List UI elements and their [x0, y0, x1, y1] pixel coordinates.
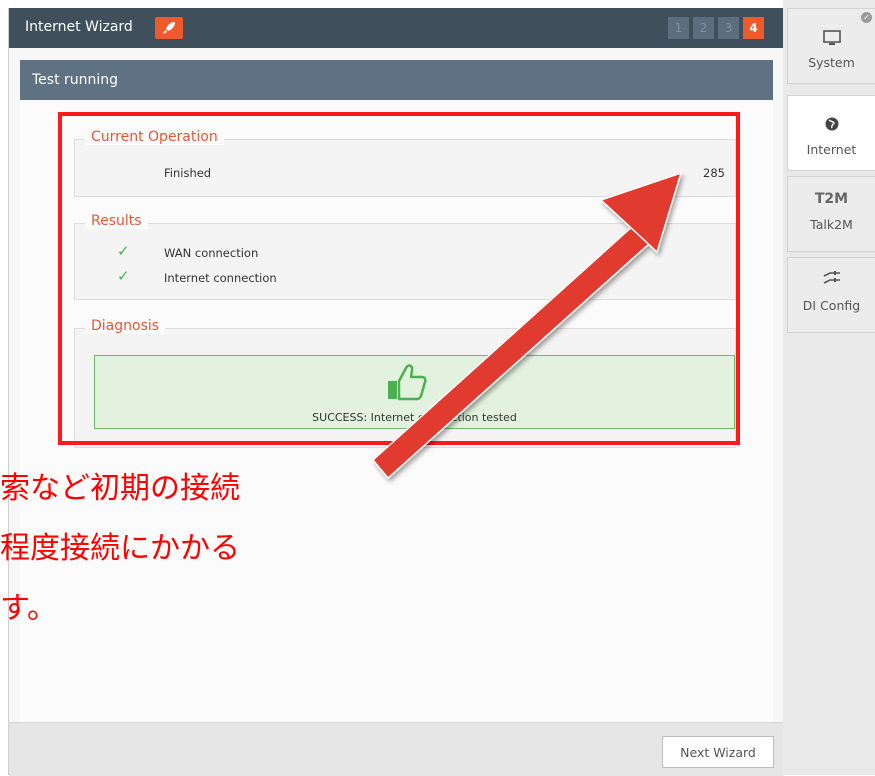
globe-icon: [788, 116, 875, 136]
annotation-highlight-box: [58, 112, 740, 445]
tab-talk2m[interactable]: T2M Talk2M: [787, 176, 875, 252]
tab-internet[interactable]: Internet: [787, 95, 875, 171]
wizard-footer: Next Wizard: [9, 722, 784, 776]
wizard-topbar: Internet Wizard 1 2 3 4: [9, 8, 784, 48]
tab-label-talk2m: Talk2M: [810, 217, 853, 232]
tab-label-internet: Internet: [806, 142, 857, 157]
tab-system[interactable]: ✓ System: [787, 8, 875, 84]
tab-label-system: System: [808, 55, 855, 70]
wizard-steps: 1 2 3 4: [668, 17, 764, 39]
check-badge-icon: ✓: [861, 12, 872, 23]
step-3[interactable]: 3: [718, 17, 739, 39]
next-wizard-button[interactable]: Next Wizard: [662, 736, 774, 768]
step-2[interactable]: 2: [693, 17, 714, 39]
tab-di-config[interactable]: DI Config: [787, 257, 875, 333]
annotation-text-line-1: 索など初期の接続: [0, 471, 240, 506]
rocket-icon: [155, 17, 183, 39]
step-1[interactable]: 1: [668, 17, 689, 39]
monitor-icon: [788, 29, 875, 49]
sliders-icon: [788, 268, 875, 288]
tab-label-di-config: DI Config: [802, 298, 861, 313]
t2m-logo-icon: T2M: [814, 191, 849, 207]
sidebar: ✓ System Internet T2M Talk2M DI Config: [783, 0, 875, 775]
test-running-header: Test running: [20, 60, 773, 100]
wizard-title: Internet Wizard: [25, 19, 133, 35]
step-4[interactable]: 4: [743, 17, 764, 39]
annotation-text-line-2: 程度接続にかかる: [0, 531, 240, 566]
annotation-text-line-3: す。: [0, 591, 57, 626]
